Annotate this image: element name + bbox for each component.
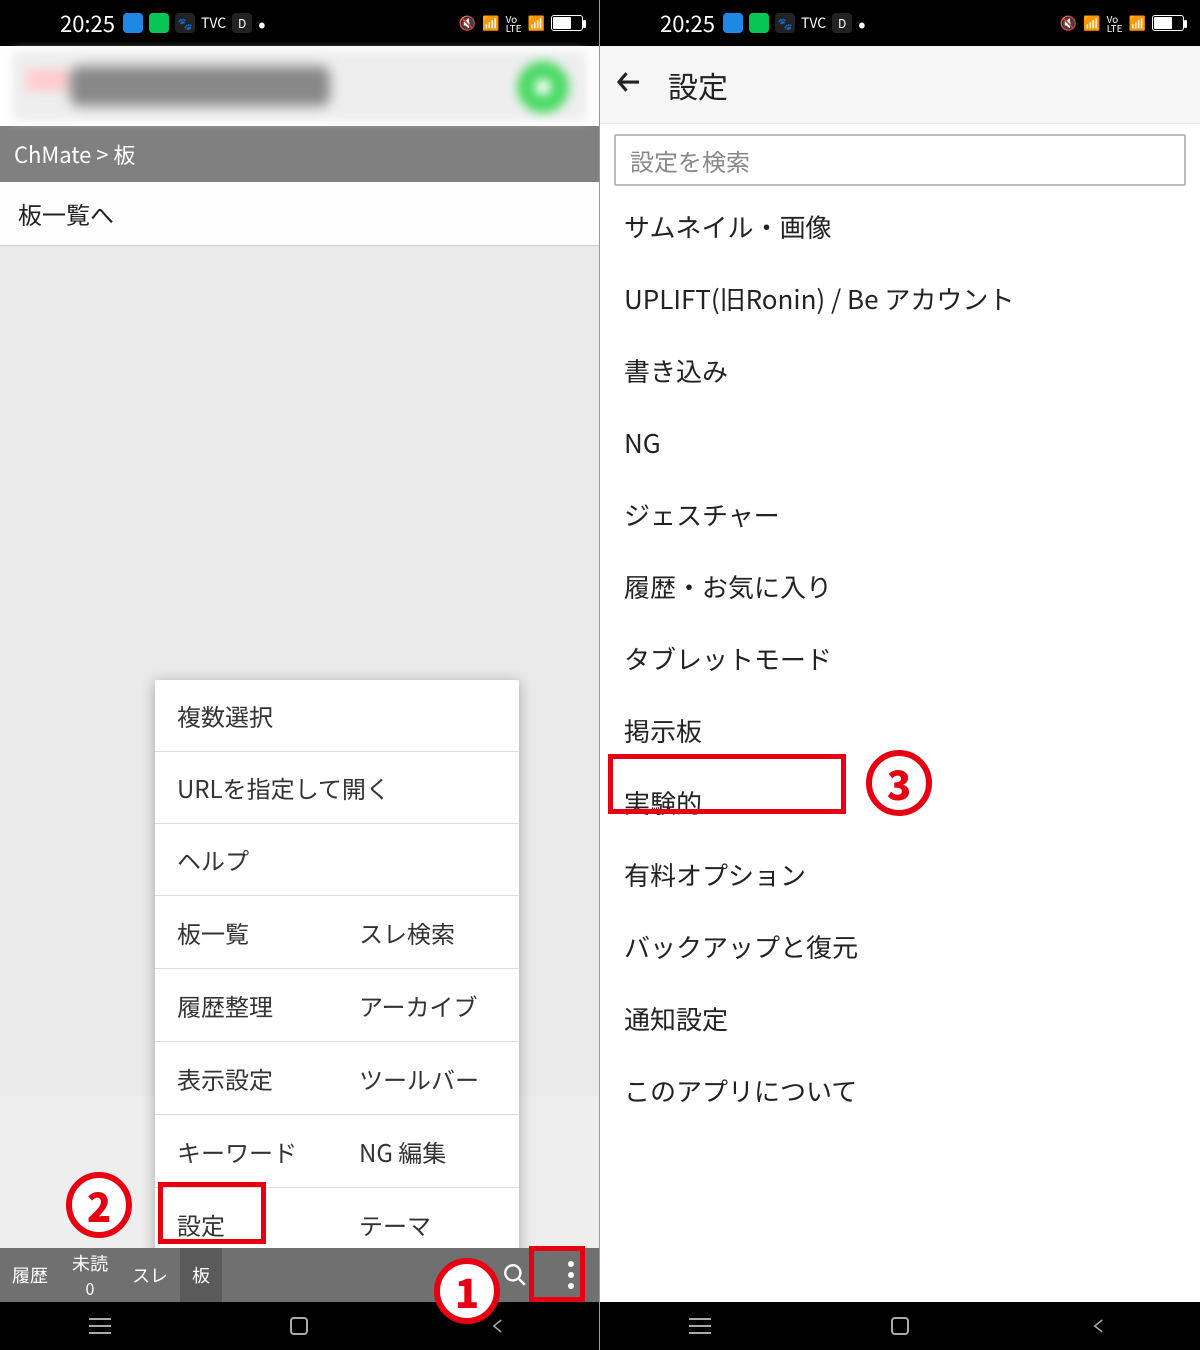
mute-icon: 🔇: [459, 13, 476, 33]
nav-recent[interactable]: [85, 1311, 115, 1341]
nav-back[interactable]: [484, 1311, 514, 1341]
appbar: 設定: [600, 46, 1200, 124]
search-icon: [502, 1262, 528, 1288]
mute-icon: 🔇: [1060, 13, 1077, 33]
status-dot-icon: •: [258, 7, 265, 39]
signal-icon: 📶: [1129, 13, 1146, 33]
popup-toolbar[interactable]: ツールバー: [337, 1042, 519, 1114]
home-icon: [891, 1317, 909, 1335]
left-phone: 20:25 🐾 TVC D • 🔇 📶 Vo LTE 📶: [0, 0, 600, 1350]
overflow-popup: 複数選択 URLを指定して開く ヘルプ 板一覧 スレ検索 履歴整理 アーカイブ …: [155, 680, 519, 1260]
breadcrumb-text: ChMate > 板: [14, 138, 135, 170]
status-bar: 20:25 🐾 TVC D • 🔇 📶 Vo LTE 📶: [0, 0, 599, 46]
setting-tablet[interactable]: タブレットモード: [620, 622, 1200, 694]
status-line-icon: [749, 13, 769, 33]
setting-ng[interactable]: NG: [620, 406, 1200, 478]
popup-display-settings[interactable]: 表示設定: [155, 1042, 337, 1114]
status-dot-icon: •: [858, 7, 865, 39]
status-line-icon: [149, 13, 169, 33]
popup-ng-edit[interactable]: NG 編集: [337, 1115, 519, 1187]
setting-backup[interactable]: バックアップと復元: [620, 910, 1200, 982]
status-app3-icon: D: [232, 13, 252, 33]
status-time: 20:25: [60, 7, 115, 39]
overflow-button[interactable]: [543, 1248, 599, 1302]
volte-icon: Vo LTE: [506, 14, 522, 32]
back-button[interactable]: [614, 67, 644, 102]
system-navbar-right: [600, 1302, 1200, 1350]
setting-about[interactable]: このアプリについて: [620, 1054, 1200, 1126]
status-text-icon: TVC: [801, 13, 826, 33]
wifi-icon: 📶: [1083, 13, 1100, 33]
more-vert-icon: [568, 1261, 574, 1289]
popup-keyword[interactable]: キーワード: [155, 1115, 337, 1187]
setting-gesture[interactable]: ジェスチャー: [620, 478, 1200, 550]
status-app2-icon: 🐾: [175, 13, 195, 33]
nav-recent[interactable]: [685, 1311, 715, 1341]
ad-banner[interactable]: [0, 46, 599, 126]
search-wrap: 設定を検索: [600, 124, 1200, 190]
setting-uplift[interactable]: UPLIFT(旧Ronin) / Be アカウント: [620, 262, 1200, 334]
setting-write[interactable]: 書き込み: [620, 334, 1200, 406]
nav-home[interactable]: [885, 1311, 915, 1341]
popup-board-list[interactable]: 板一覧: [155, 896, 337, 968]
signal-icon: 📶: [528, 13, 545, 33]
menu-icon: [689, 1318, 711, 1334]
nav-home[interactable]: [284, 1311, 314, 1341]
status-app3-icon: D: [832, 13, 852, 33]
back-triangle-icon: [1091, 1317, 1109, 1335]
board-list-label: 板一覧へ: [18, 196, 114, 231]
battery-icon: [1152, 15, 1184, 31]
volte-icon: Vo LTE: [1107, 14, 1123, 32]
popup-history-cleanup[interactable]: 履歴整理: [155, 969, 337, 1041]
setting-paid[interactable]: 有料オプション: [620, 838, 1200, 910]
status-app2-icon: 🐾: [775, 13, 795, 33]
popup-open-url[interactable]: URLを指定して開く: [155, 752, 519, 824]
right-phone: 20:25 🐾 TVC D • 🔇 📶 Vo LTE 📶: [600, 0, 1200, 1350]
wifi-icon: 📶: [482, 13, 499, 33]
back-triangle-icon: [490, 1317, 508, 1335]
popup-thread-search[interactable]: スレ検索: [337, 896, 519, 968]
tab-history[interactable]: 履歴: [0, 1248, 60, 1302]
breadcrumb: ChMate > 板: [0, 126, 599, 182]
home-icon: [290, 1317, 308, 1335]
appbar-title: 設定: [668, 63, 728, 107]
search-placeholder: 設定を検索: [630, 143, 750, 178]
arrow-left-icon: [614, 67, 644, 97]
status-app-icon: [123, 13, 143, 33]
board-list-row[interactable]: 板一覧へ: [0, 182, 599, 246]
setting-thumbnail[interactable]: サムネイル・画像: [620, 190, 1200, 262]
tab-unread[interactable]: 未読0: [60, 1248, 120, 1302]
setting-board[interactable]: 掲示板: [620, 694, 1200, 766]
settings-search-input[interactable]: 設定を検索: [614, 134, 1186, 186]
status-time-right: 20:25: [660, 7, 715, 39]
callout-2: 2: [66, 1172, 132, 1238]
bottom-tabbar: 履歴 未読0 スレ 板: [0, 1248, 599, 1302]
system-navbar: [0, 1302, 599, 1350]
setting-history-fav[interactable]: 履歴・お気に入り: [620, 550, 1200, 622]
settings-list: サムネイル・画像 UPLIFT(旧Ronin) / Be アカウント 書き込み …: [600, 190, 1200, 1126]
setting-experimental[interactable]: 実験的: [620, 766, 1200, 838]
status-text-icon: TVC: [201, 13, 226, 33]
popup-multi-select[interactable]: 複数選択: [155, 680, 519, 752]
popup-archive[interactable]: アーカイブ: [337, 969, 519, 1041]
setting-notification[interactable]: 通知設定: [620, 982, 1200, 1054]
nav-back[interactable]: [1085, 1311, 1115, 1341]
popup-help[interactable]: ヘルプ: [155, 824, 519, 896]
menu-icon: [89, 1318, 111, 1334]
tab-thread[interactable]: スレ: [120, 1248, 180, 1302]
status-bar-right: 20:25 🐾 TVC D • 🔇 📶 Vo LTE 📶: [600, 0, 1200, 46]
status-app-icon: [723, 13, 743, 33]
battery-icon: [551, 15, 583, 31]
tab-board[interactable]: 板: [180, 1248, 222, 1302]
search-button[interactable]: [487, 1248, 543, 1302]
